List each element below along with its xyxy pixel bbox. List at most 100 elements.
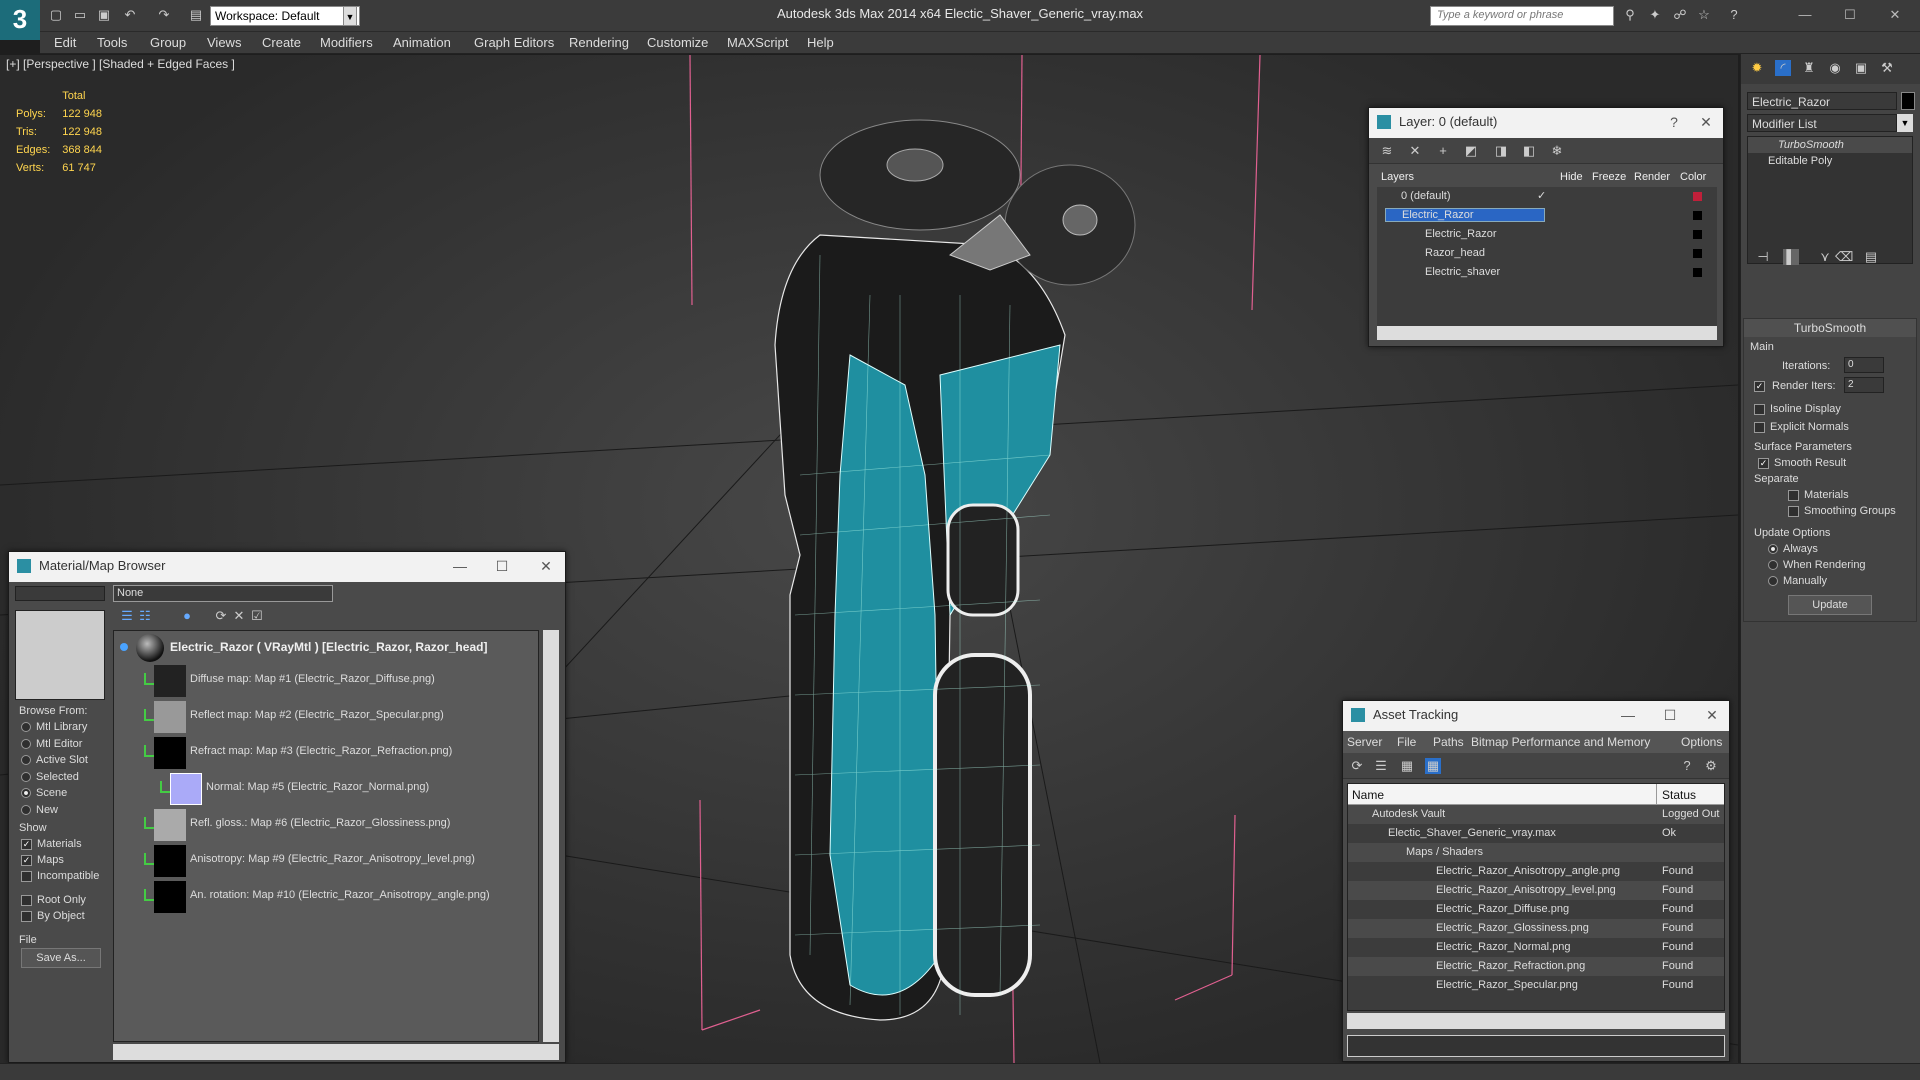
layer-add-icon[interactable]: + <box>1435 143 1451 159</box>
maximize-icon[interactable]: ☐ <box>1659 705 1681 725</box>
checkbox-checked-icon[interactable]: ✓ <box>21 838 32 850</box>
tree-horizontal-scrollbar[interactable] <box>113 1044 559 1060</box>
maximize-icon[interactable]: ☐ <box>491 556 513 576</box>
asset-path-field[interactable] <box>1347 1035 1725 1057</box>
expand-dot-icon[interactable] <box>120 643 128 651</box>
modifier-dropdown-arrow-icon[interactable]: ▼ <box>1897 114 1913 132</box>
material-map-browser[interactable]: Material/Map Browser — ☐ ✕ None ☰ ☷ ● ⟳ … <box>8 551 566 1063</box>
col-render[interactable]: Render <box>1634 171 1670 183</box>
asset-row[interactable]: Maps / Shaders <box>1348 843 1724 862</box>
radio-always[interactable]: Always <box>1768 543 1916 555</box>
layer-row[interactable]: 0 (default) ✓ <box>1377 187 1717 206</box>
asset-row[interactable]: Electric_Razor_Glossiness.png Found <box>1348 919 1724 938</box>
asset-menu-bitmap[interactable]: Bitmap Performance and Memory <box>1471 735 1650 749</box>
remove-modifier-icon[interactable]: ⌫ <box>1835 249 1853 265</box>
layer-window-titlebar[interactable]: Layer: 0 (default) ? ✕ <box>1369 108 1723 138</box>
checkbox-checked-icon[interactable]: ✓ <box>21 854 32 866</box>
hierarchy-tab-icon[interactable]: ♜ <box>1801 60 1817 76</box>
asset-row[interactable]: Electric_Razor_Anisotropy_angle.png Found <box>1348 862 1724 881</box>
communication-icon[interactable]: ☍ <box>1670 5 1690 25</box>
checkbox-icon[interactable] <box>1754 403 1765 415</box>
checkbox-icon[interactable] <box>1754 421 1765 433</box>
options-icon[interactable]: ☑ <box>249 608 265 624</box>
material-root-item[interactable]: Electric_Razor ( VRayMtl ) [Electric_Raz… <box>114 631 538 663</box>
col-name[interactable]: Name <box>1352 788 1384 802</box>
close-icon[interactable]: ✕ <box>535 556 557 576</box>
list-icon[interactable]: ☰ <box>1373 758 1389 774</box>
materials-checkbox[interactable]: Materials <box>1788 489 1916 501</box>
map-item[interactable]: Refl. gloss.: Map #6 (Electric_Razor_Glo… <box>114 807 538 843</box>
radio-icon[interactable] <box>21 804 31 815</box>
configure-sets-icon[interactable]: ▤ <box>1863 249 1879 265</box>
workspace-dropdown-arrow-icon[interactable]: ▼ <box>343 6 357 26</box>
render-iters-checkbox[interactable]: ✓ <box>1754 380 1770 392</box>
menu-help[interactable]: Help <box>807 33 834 53</box>
radio-selected[interactable]: Selected <box>21 769 109 786</box>
modifier-list-dropdown[interactable]: Modifier List <box>1747 114 1897 132</box>
radio-icon[interactable] <box>1768 560 1778 571</box>
layer-color-swatch[interactable] <box>1693 268 1702 277</box>
checkbox-checked-icon[interactable]: ✓ <box>1754 380 1765 392</box>
menu-rendering[interactable]: Rendering <box>569 33 629 53</box>
menu-animation[interactable]: Animation <box>393 33 451 53</box>
menu-customize[interactable]: Customize <box>647 33 708 53</box>
asset-row[interactable]: Autodesk Vault Logged Out <box>1348 805 1724 824</box>
save-icon[interactable]: ▣ <box>94 5 114 25</box>
asset-row[interactable]: Electric_Razor_Specular.png Found <box>1348 976 1724 995</box>
material-browser-titlebar[interactable]: Material/Map Browser — ☐ ✕ <box>9 552 565 582</box>
search-by-name-field[interactable] <box>15 586 105 601</box>
modify-tab-icon[interactable]: ◜ <box>1775 60 1791 76</box>
view-options-icon[interactable]: ☷ <box>137 608 153 624</box>
asset-menu-options[interactable]: Options <box>1681 735 1722 749</box>
checkbox-materials[interactable]: ✓ Materials <box>21 836 109 852</box>
radio-active-slot[interactable]: Active Slot <box>21 752 109 769</box>
asset-row[interactable]: Electric_Razor_Anisotropy_level.png Found <box>1348 881 1724 900</box>
layer-select-icon[interactable]: ◩ <box>1463 143 1479 159</box>
map-item[interactable]: Normal: Map #5 (Electric_Razor_Normal.pn… <box>114 771 538 807</box>
menu-tools[interactable]: Tools <box>97 33 127 53</box>
modifier-editable-poly[interactable]: Editable Poly <box>1748 153 1912 169</box>
minimize-icon[interactable]: — <box>1795 5 1815 25</box>
layer-row[interactable]: Razor_head <box>1377 244 1717 263</box>
checkbox-icon[interactable] <box>21 870 32 882</box>
menu-maxscript[interactable]: MAXScript <box>727 33 788 53</box>
checkbox-incompatible[interactable]: Incompatible <box>21 868 109 884</box>
list-view-icon[interactable]: ☰ <box>119 608 135 624</box>
asset-settings-icon[interactable]: ⚙ <box>1703 758 1719 774</box>
asset-horizontal-scrollbar[interactable] <box>1347 1013 1725 1029</box>
help-icon[interactable]: ? <box>1724 5 1744 25</box>
open-file-icon[interactable]: ▭ <box>70 5 90 25</box>
menu-edit[interactable]: Edit <box>54 33 76 53</box>
layer-create-icon[interactable]: ≋ <box>1379 143 1395 159</box>
save-as-button[interactable]: Save As... <box>21 948 101 968</box>
radio-scene[interactable]: Scene <box>21 785 109 802</box>
col-color[interactable]: Color <box>1680 171 1706 183</box>
map-item[interactable]: An. rotation: Map #10 (Electric_Razor_An… <box>114 879 538 915</box>
workspace-dropdown[interactable]: Workspace: Default <box>210 6 360 26</box>
motion-tab-icon[interactable]: ◉ <box>1827 60 1843 76</box>
electric-shaver-model[interactable] <box>774 119 1136 1021</box>
minimize-icon[interactable]: — <box>449 556 471 576</box>
col-layers[interactable]: Layers <box>1381 171 1414 183</box>
close-icon[interactable]: ✕ <box>1885 5 1905 25</box>
layer-help-icon[interactable]: ? <box>1663 112 1685 132</box>
menu-graph-editors[interactable]: Graph Editors <box>474 33 554 53</box>
layer-hide-all-icon[interactable]: ◧ <box>1521 143 1537 159</box>
modifier-turbosmooth[interactable]: TurboSmooth <box>1748 137 1912 153</box>
checkbox-icon[interactable] <box>1788 505 1799 517</box>
isoline-display-checkbox[interactable]: Isoline Display <box>1754 403 1916 415</box>
asset-menu-server[interactable]: Server <box>1347 735 1382 749</box>
checkbox-icon[interactable] <box>1788 489 1799 501</box>
checkbox-root-only[interactable]: Root Only <box>21 892 109 908</box>
radio-selected-icon[interactable] <box>1768 544 1778 555</box>
checkbox-icon[interactable] <box>21 894 32 906</box>
asset-row[interactable]: Electric_Razor_Refraction.png Found <box>1348 957 1724 976</box>
smoothing-groups-checkbox[interactable]: Smoothing Groups <box>1788 505 1916 517</box>
radio-icon[interactable] <box>21 755 31 766</box>
checkbox-checked-icon[interactable]: ✓ <box>1758 457 1769 469</box>
update-scene-icon[interactable]: ⟳ <box>213 608 229 624</box>
checkbox-by-object[interactable]: By Object <box>21 908 109 924</box>
layer-color-swatch[interactable] <box>1693 211 1702 220</box>
viewport-label[interactable]: [+] [Perspective ] [Shaded + Edged Faces… <box>6 57 235 71</box>
menu-views[interactable]: Views <box>207 33 241 53</box>
